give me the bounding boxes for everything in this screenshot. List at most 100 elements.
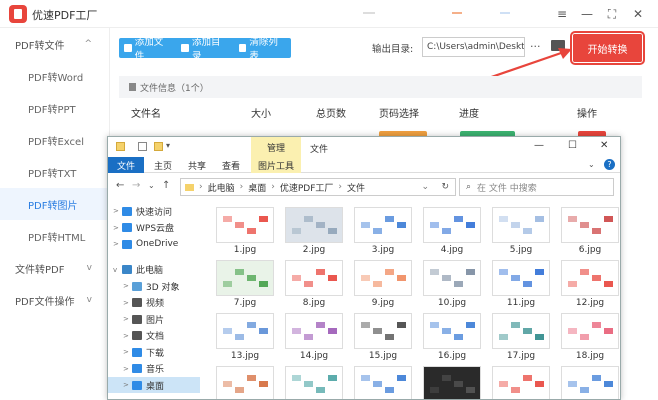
back-arrow-icon[interactable]: ←	[116, 180, 124, 191]
sidebar-item[interactable]: PDF转Word	[0, 60, 110, 92]
sidebar-item[interactable]: PDF转HTML	[0, 220, 110, 252]
file-thumbnail[interactable]: 9.jpg	[354, 260, 412, 308]
forward-arrow-icon[interactable]: →	[132, 180, 140, 191]
collapse-arrow-icon[interactable]: >	[113, 224, 119, 232]
preview-detail	[592, 275, 601, 281]
recent-dropdown-icon[interactable]: ⌄	[148, 181, 155, 190]
refresh-icon[interactable]: ↻	[441, 182, 449, 192]
sidebar-item[interactable]: PDF转Excel	[0, 124, 110, 156]
nav-item[interactable]: > 快速访问	[108, 203, 200, 219]
preview-detail	[397, 222, 406, 228]
breadcrumb-item[interactable]: 文件	[347, 181, 365, 194]
image-preview-icon	[561, 207, 619, 243]
close-icon[interactable]: ✕	[600, 140, 608, 151]
nav-item[interactable]: > 图片	[108, 311, 200, 327]
collapse-arrow-icon[interactable]: >	[113, 240, 119, 248]
sidebar-item[interactable]: PDF转图片	[0, 188, 110, 220]
file-thumbnail[interactable]: 16.jpg	[423, 313, 481, 361]
collapse-arrow-icon[interactable]: >	[123, 348, 129, 356]
file-thumbnail[interactable]: 1.jpg	[216, 207, 274, 255]
nav-item[interactable]: > WPS云盘	[108, 220, 200, 236]
add-file-button[interactable]: 添加文件	[119, 37, 176, 62]
sidebar-item[interactable]: PDF转文件 ^	[0, 28, 110, 60]
file-thumbnail[interactable]	[561, 366, 619, 399]
new-folder-icon[interactable]	[154, 142, 163, 151]
checkbox-icon[interactable]	[138, 142, 147, 151]
help-icon[interactable]: ?	[604, 159, 615, 170]
add-folder-button[interactable]: 添加目录	[176, 37, 233, 62]
tab-home[interactable]: 主页	[148, 157, 178, 173]
nav-item-label: 图片	[146, 315, 165, 326]
chevron-down-icon: v	[86, 263, 92, 273]
manage-tab[interactable]: 管理	[251, 137, 301, 157]
file-thumbnail[interactable]: 21.jpg	[354, 366, 412, 399]
file-thumbnail[interactable]: 15.jpg	[354, 313, 412, 361]
expand-arrow-icon[interactable]: v	[113, 266, 117, 274]
search-input[interactable]: ⌕ 在 文件 中搜索	[459, 178, 614, 196]
preview-detail	[361, 222, 370, 228]
nav-item[interactable]: > 下载	[108, 344, 200, 360]
star-icon	[122, 206, 132, 216]
file-thumbnail[interactable]: 6.jpg	[561, 207, 619, 255]
up-arrow-icon[interactable]: ↑	[162, 180, 170, 191]
nav-item[interactable]: > 桌面	[108, 377, 200, 393]
sidebar-item[interactable]: PDF文件操作 v	[0, 284, 110, 316]
preview-detail	[535, 216, 544, 222]
nav-item[interactable]: >3D 对象	[108, 278, 200, 294]
collapse-arrow-icon[interactable]: >	[123, 299, 129, 307]
tab-share[interactable]: 共享	[182, 157, 212, 173]
address-bar[interactable]: › 此电脑 › 桌面 › 优速PDF工厂 › 文件 ⌄ ↻	[180, 178, 456, 196]
breadcrumb-item[interactable]: 优速PDF工厂	[280, 181, 334, 194]
close-icon[interactable]: ✕	[628, 4, 648, 24]
file-thumbnail[interactable]: 8.jpg	[285, 260, 343, 308]
file-thumbnail[interactable]: 20.jpg	[285, 366, 343, 399]
tab-view[interactable]: 查看	[216, 157, 246, 173]
file-thumbnail[interactable]: 5.jpg	[492, 207, 550, 255]
tab-file[interactable]: 文件	[108, 157, 144, 173]
menu-icon[interactable]: ≡	[552, 4, 572, 24]
preview-detail	[304, 216, 313, 222]
sidebar-item[interactable]: 文件转PDF v	[0, 252, 110, 284]
collapse-arrow-icon[interactable]: >	[123, 315, 129, 323]
ribbon-expand-icon[interactable]: ⌄	[588, 160, 595, 169]
nav-item[interactable]: > 文档	[108, 328, 200, 344]
address-dropdown-icon[interactable]: ⌄	[421, 182, 429, 192]
sidebar-item[interactable]: PDF转TXT	[0, 156, 110, 188]
file-thumbnail[interactable]: 10.jpg	[423, 260, 481, 308]
collapse-arrow-icon[interactable]: >	[123, 282, 129, 290]
file-thumbnail[interactable]: 3.jpg	[354, 207, 412, 255]
collapse-arrow-icon[interactable]: >	[123, 332, 129, 340]
file-thumbnail[interactable]: 14.jpg	[285, 313, 343, 361]
collapse-arrow-icon[interactable]: >	[113, 207, 119, 215]
nav-item[interactable]: > 视频	[108, 295, 200, 311]
file-thumbnail[interactable]: 17.jpg	[492, 313, 550, 361]
sidebar-item[interactable]: PDF转PPT	[0, 92, 110, 124]
file-thumbnail[interactable]: 2.jpg	[285, 207, 343, 255]
file-thumbnail[interactable]: 7.jpg	[216, 260, 274, 308]
collapse-arrow-icon[interactable]: >	[123, 365, 129, 373]
maximize-icon[interactable]: ☐	[568, 140, 577, 151]
nav-item[interactable]: v 此电脑	[108, 262, 200, 278]
start-convert-button[interactable]: 开始转换	[570, 31, 645, 65]
quick-access-dropdown-icon[interactable]: ▾	[166, 141, 170, 150]
minimize-icon[interactable]: —	[534, 140, 544, 151]
breadcrumb-item[interactable]: 桌面	[248, 181, 266, 194]
breadcrumb-item[interactable]: 此电脑	[208, 181, 235, 194]
col-page-select: 页码选择	[379, 109, 419, 120]
collapse-arrow-icon[interactable]: >	[123, 381, 129, 389]
minimize-icon[interactable]: —	[577, 4, 597, 24]
file-thumbnail[interactable]: 13.jpg	[216, 313, 274, 361]
file-thumbnail[interactable]: 11.jpg	[492, 260, 550, 308]
nav-item[interactable]: > OneDrive	[108, 236, 200, 252]
sidebar-item-label: PDF转文件	[15, 40, 65, 52]
nav-item[interactable]: > 音乐	[108, 361, 200, 377]
file-thumbnail[interactable]	[492, 366, 550, 399]
tab-picture-tools[interactable]: 图片工具	[251, 157, 301, 173]
clear-list-button[interactable]: 清除列表	[234, 37, 291, 62]
fullscreen-icon[interactable]: ⛶	[602, 4, 622, 24]
file-thumbnail[interactable]: 18.jpg	[561, 313, 619, 361]
file-thumbnail[interactable]: 4.jpg	[423, 207, 481, 255]
file-thumbnail[interactable]: 22.jpg	[423, 366, 481, 399]
file-thumbnail[interactable]: 19.jpg	[216, 366, 274, 399]
file-thumbnail[interactable]: 12.jpg	[561, 260, 619, 308]
